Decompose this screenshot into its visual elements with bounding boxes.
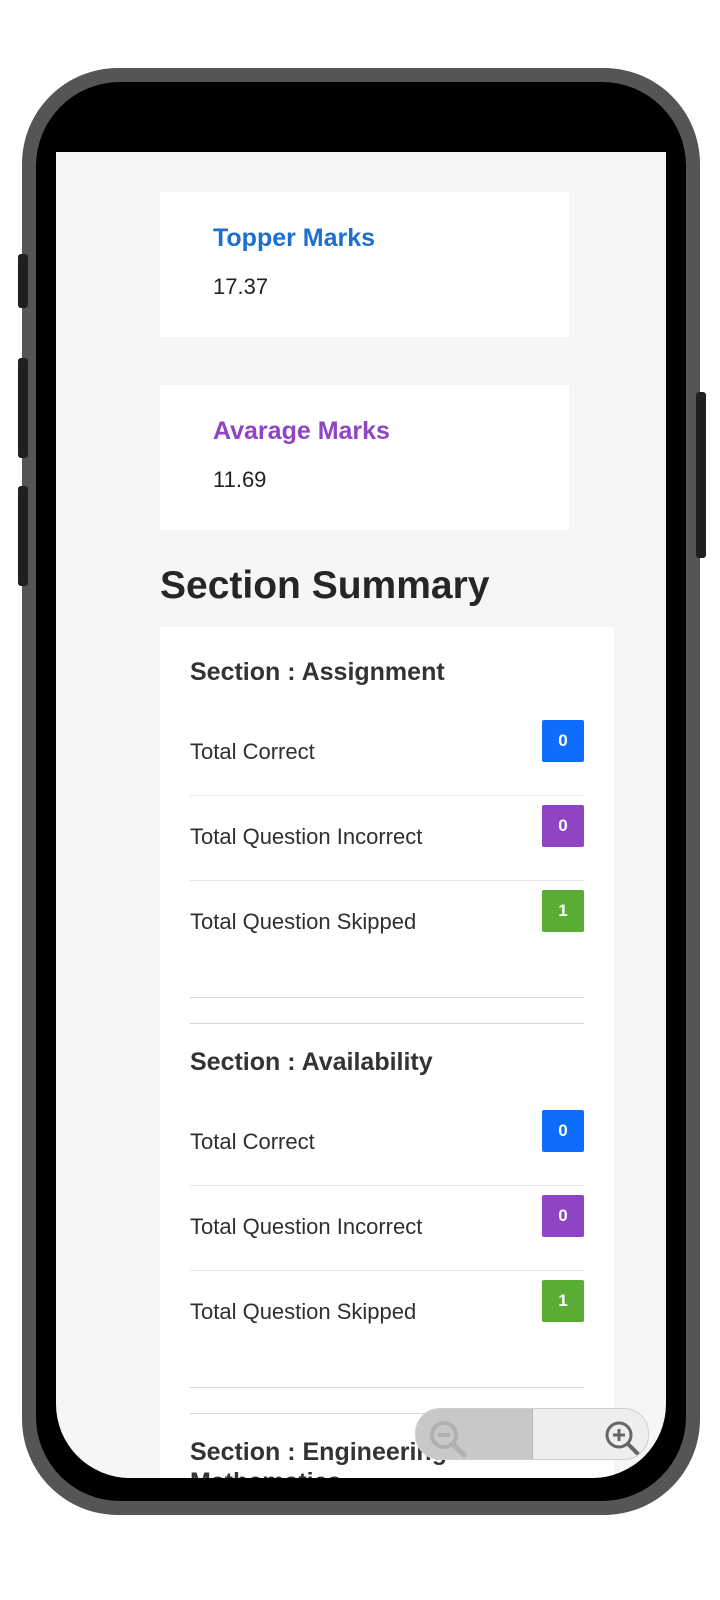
average-marks-label: Avarage Marks (213, 417, 390, 445)
topper-marks-label: Topper Marks (213, 224, 376, 252)
row-label: Total Question Incorrect (190, 824, 423, 849)
phone-button (18, 358, 28, 458)
row-label: Total Question Incorrect (190, 1214, 423, 1239)
phone-button (18, 254, 28, 308)
average-marks-value: 11.69 (213, 467, 267, 492)
stat-row-incorrect: Total Question Incorrect 0 (190, 1186, 584, 1271)
section-block-assignment: Section : Assignment Total Correct 0 Tot… (190, 657, 584, 934)
section-title: Section : Assignment (190, 658, 445, 686)
topper-marks-value: 17.37 (213, 274, 269, 299)
section-divider (190, 1023, 584, 1024)
zoom-out-icon (430, 1421, 467, 1458)
average-marks-card: Avarage Marks 11.69 (160, 385, 569, 530)
incorrect-count-badge: 0 (542, 1195, 584, 1237)
stat-row-correct: Total Correct 0 (190, 1101, 584, 1186)
stat-row-skipped: Total Question Skipped 1 (190, 1271, 584, 1356)
incorrect-count-badge: 0 (542, 805, 584, 847)
zoom-control (415, 1408, 649, 1460)
section-summary-heading: Section Summary (160, 564, 490, 607)
status-bar (62, 104, 660, 152)
phone-button (696, 392, 706, 558)
phone-button (18, 486, 28, 586)
row-label: Total Question Skipped (190, 909, 417, 934)
zoom-in-button[interactable] (532, 1409, 648, 1459)
section-title: Section : Availability (190, 1048, 433, 1076)
stat-row-correct: Total Correct 0 (190, 711, 584, 796)
section-divider (190, 997, 584, 998)
skipped-count-badge: 1 (542, 1280, 584, 1322)
section-summary-panel: Section : Assignment Total Correct 0 Tot… (160, 627, 614, 1478)
correct-count-badge: 0 (542, 720, 584, 762)
topper-marks-card: Topper Marks 17.37 (160, 192, 569, 337)
row-label: Total Correct (190, 1129, 315, 1154)
zoom-in-icon (605, 1421, 641, 1457)
stat-row-incorrect: Total Question Incorrect 0 (190, 796, 584, 881)
section-divider (190, 1387, 584, 1388)
row-label: Total Correct (190, 739, 315, 764)
row-label: Total Question Skipped (190, 1299, 417, 1324)
skipped-count-badge: 1 (542, 890, 584, 932)
section-block-availability: Section : Availability Total Correct 0 T… (190, 1047, 584, 1324)
app-screen[interactable]: Topper Marks 17.37 Avarage Marks 11.69 S… (56, 152, 666, 1478)
correct-count-badge: 0 (542, 1110, 584, 1152)
zoom-out-button[interactable] (416, 1409, 532, 1459)
stat-row-skipped: Total Question Skipped 1 (190, 881, 584, 966)
